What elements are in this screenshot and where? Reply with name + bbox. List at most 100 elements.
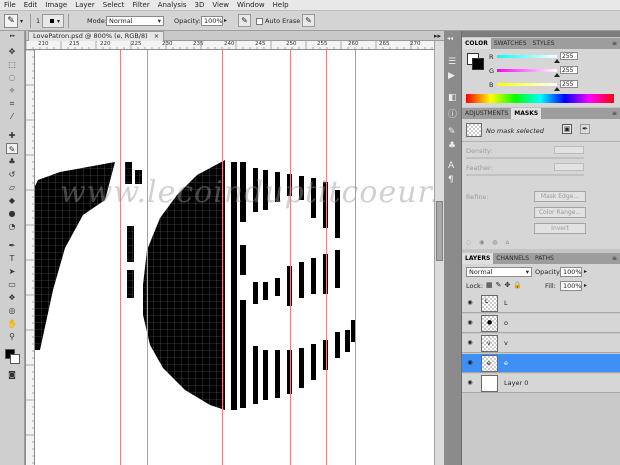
guide-line[interactable] [355,50,356,465]
pencil-tool-preset-icon[interactable]: ✎ [4,14,18,28]
tab-swatches[interactable]: SWATCHES [491,38,530,49]
lock-options-icons[interactable]: ▦✎✥🔒 [486,281,525,289]
layer-row[interactable]: ◉ ● o [462,314,620,333]
3d-rotate-tool-icon[interactable]: ❖ [6,292,18,303]
visibility-eye-icon[interactable]: ◉ [466,340,474,346]
lasso-tool-icon[interactable]: ◌ [6,72,18,83]
panel-menu-icon[interactable]: ≡ [609,38,620,49]
actions-panel-icon[interactable]: ▶ [448,71,455,81]
opacity-input[interactable]: 100% [201,16,223,26]
auto-erase-checkbox[interactable] [256,18,263,25]
visibility-eye-icon[interactable]: ◉ [466,380,474,386]
guide-line[interactable] [326,50,327,465]
tab-adjustments[interactable]: ADJUSTMENTS [462,108,511,119]
feather-slider[interactable] [466,174,584,176]
blend-mode-select[interactable]: Normal ▾ [466,267,532,277]
fill-slider-toggle-icon[interactable]: ▸ [584,282,587,289]
layer-row[interactable]: ◉ v v [462,334,620,353]
menu-help[interactable]: Help [269,0,293,11]
collapse-icon[interactable]: ◂◂ [447,35,453,42]
pixel-mask-icon[interactable]: ▣ [562,124,572,134]
close-icon[interactable]: × [154,32,159,40]
blue-slider[interactable] [497,83,557,86]
pixel-artwork[interactable] [35,50,434,465]
path-selection-tool-icon[interactable]: ➤ [6,266,18,277]
preset-dropdown-icon[interactable]: ▾ [20,18,23,25]
history-panel-icon[interactable]: ☰ [448,57,456,67]
menu-filter[interactable]: Filter [128,0,153,11]
brush-size-value[interactable]: 1 [36,17,40,25]
quick-mask-icon[interactable]: ◙ [6,369,18,380]
pencil-tool-icon[interactable]: ✎ [6,143,18,154]
scrollbar-thumb[interactable] [436,201,443,261]
tablet-pressure-icon[interactable]: ✎ [238,14,251,27]
feather-input[interactable] [554,163,584,171]
layer-row[interactable]: ◉ L L [462,294,620,313]
menu-view[interactable]: View [208,0,233,11]
guide-line[interactable] [222,50,223,465]
eraser-tool-icon[interactable]: ▱ [6,182,18,193]
menu-analysis[interactable]: Analysis [154,0,191,11]
visibility-eye-icon[interactable]: ◉ [466,360,474,366]
paragraph-panel-icon[interactable]: ¶ [448,175,454,185]
opacity-slider-toggle-icon[interactable]: ▸ [584,268,587,275]
history-brush-tool-icon[interactable]: ↺ [6,169,18,180]
move-tool-icon[interactable]: ✥ [6,46,18,57]
vertical-scrollbar[interactable] [434,41,444,465]
color-panel-background-swatch[interactable] [472,58,484,70]
color-range-button[interactable]: Color Range... [534,207,586,218]
shape-tool-icon[interactable]: ▭ [6,279,18,290]
mask-edge-button[interactable]: Mask Edge... [534,191,586,202]
fill-input[interactable]: 100% [560,281,582,291]
panel-dock-header[interactable] [462,31,620,37]
tab-styles[interactable]: STYLES [530,38,558,49]
layer-opacity-input[interactable]: 100% [560,267,582,277]
toolbox-collapse-icon[interactable]: ▸▸ [0,33,25,39]
guide-line[interactable] [120,50,121,465]
red-slider[interactable] [497,55,557,58]
visibility-eye-icon[interactable]: ◉ [466,300,474,306]
marquee-tool-icon[interactable]: ⬚ [6,59,18,70]
blur-tool-icon[interactable]: ● [6,208,18,219]
green-value-input[interactable]: 255 [560,66,578,74]
tab-color[interactable]: COLOR [462,38,491,49]
mask-footer-icons[interactable]: ◌ ◉ ◍ ⌂ [466,239,512,246]
menu-file[interactable]: File [0,0,20,11]
clone-source-panel-icon[interactable]: ♣ [448,141,456,151]
menu-edit[interactable]: Edit [20,0,42,11]
layer-row-selected[interactable]: ◉ e e [462,354,620,373]
document-canvas[interactable] [35,50,434,465]
guide-line[interactable] [147,50,148,465]
zoom-tool-icon[interactable]: ⚲ [6,331,18,342]
info-panel-icon[interactable]: ⓘ [448,107,457,120]
menu-select[interactable]: Select [99,0,129,11]
background-color-swatch[interactable] [10,354,20,364]
horizontal-ruler[interactable]: 210 215 220 225 230 235 240 245 250 255 260 265 270 [26,41,434,50]
opacity-slider-toggle-icon[interactable]: ▸ [224,17,227,24]
density-input[interactable] [554,146,584,154]
3d-orbit-tool-icon[interactable]: ◎ [6,305,18,316]
brush-picker-button[interactable]: ▾ [42,14,64,28]
hand-tool-icon[interactable]: ✋ [6,318,18,329]
paint-bucket-tool-icon[interactable]: ◆ [6,195,18,206]
guide-line[interactable] [290,50,291,465]
panel-menu-icon[interactable]: ≡ [609,108,620,119]
menu-image[interactable]: Image [41,0,71,11]
red-value-input[interactable]: 255 [560,52,578,60]
density-slider[interactable] [466,157,584,159]
layer-row[interactable]: ◉ Layer 0 [462,374,620,393]
color-spectrum-ramp[interactable] [466,94,614,103]
dodge-tool-icon[interactable]: ◔ [6,221,18,232]
tab-paths[interactable]: PATHS [532,253,557,264]
type-tool-icon[interactable]: T [6,253,18,264]
tab-masks[interactable]: MASKS [511,108,542,119]
clone-stamp-tool-icon[interactable]: ♣ [6,156,18,167]
mode-select[interactable]: Normal ▾ [106,16,164,26]
character-panel-icon[interactable]: A [448,161,454,171]
quick-selection-tool-icon[interactable]: ✧ [6,85,18,96]
green-slider[interactable] [497,69,557,72]
navigator-panel-icon[interactable]: ◧ [448,93,457,103]
invert-button[interactable]: Invert [534,223,586,234]
panel-menu-icon[interactable]: ≡ [609,253,620,264]
visibility-eye-icon[interactable]: ◉ [466,320,474,326]
